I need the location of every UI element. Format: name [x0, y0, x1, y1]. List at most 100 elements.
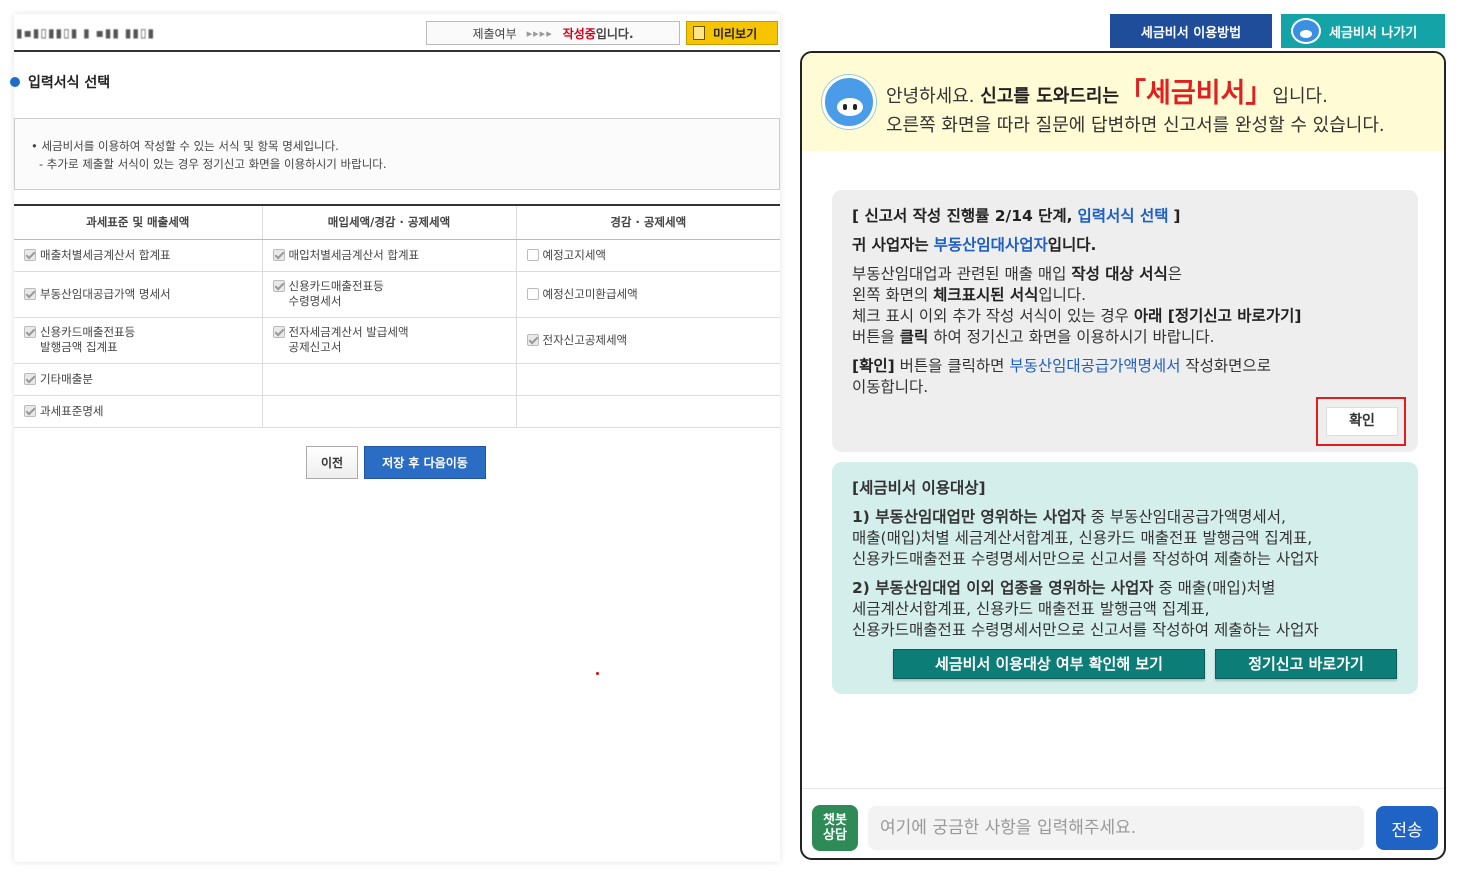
- table-cell: 부동산임대공급가액 명세서: [14, 271, 262, 318]
- status-label: 제출여부: [472, 26, 517, 41]
- brand-name: 「세금비서」: [1119, 78, 1273, 109]
- confirm-button[interactable]: 확인: [1326, 407, 1398, 436]
- mascot-icon: [1291, 18, 1321, 44]
- blurred-business-name: ▮▪▮▯▮▮▯▮ ▮ ▪▮▮ ▮▮▯▮: [16, 26, 156, 40]
- form-option-label: 전자세금계산서 발급세액 공제신고서: [288, 325, 409, 354]
- greeting-hello: 안녕하세요.: [886, 86, 975, 107]
- table-cell: 예정고지세액: [515, 239, 780, 272]
- form-checkbox[interactable]: [272, 326, 285, 338]
- table-row: 신용카드매출전표등 발행금액 집계표 전자세금계산서 발급세액 공제신고서 전자신고…: [14, 317, 780, 364]
- table-cell: 전자신고공제세액: [515, 317, 780, 364]
- form-option: 예정고지세액: [526, 247, 771, 263]
- form-checkbox[interactable]: [272, 280, 285, 292]
- progress-step: 입력서식 선택: [1077, 207, 1169, 225]
- table-cell: [515, 363, 780, 396]
- check-eligibility-button[interactable]: 세금비서 이용대상 여부 확인해 보기: [893, 649, 1205, 679]
- form-option-label: 과세표준명세: [40, 403, 104, 418]
- top-bar: ▮▪▮▯▮▮▯▮ ▮ ▪▮▮ ▮▮▯▮ 제출여부 ▸▸▸▸ 작성중입니다. 미리…: [14, 14, 780, 52]
- form-option: 신용카드매출전표등 수령명세서: [272, 279, 506, 309]
- form-option-label: 신용카드매출전표등 발행금액 집계표: [40, 325, 136, 354]
- regular-filing-button[interactable]: 정기신고 바로가기: [1215, 649, 1397, 679]
- table-row: 기타매출분: [14, 363, 780, 396]
- document-icon: [693, 26, 705, 40]
- form-option: 전자세금계산서 발급세액 공제신고서: [272, 325, 506, 355]
- form-option-label: 매출처별세금계산서 합계표: [40, 247, 171, 262]
- greeting-banner: 안녕하세요. 신고를 도와드리는「세금비서」입니다. 오른쪽 화면을 따라 질문…: [802, 53, 1444, 151]
- form-option: 매입처별세금계산서 합계표: [272, 247, 506, 263]
- table-cell: 예정신고미환급세액: [515, 271, 780, 318]
- chat-input[interactable]: [868, 806, 1364, 850]
- bot-message: [ 신고서 작성 진행률 2/14 단계, 입력서식 선택 ] 귀 사업자는 부…: [832, 190, 1418, 452]
- form-option: 부동산임대공급가액 명세서: [24, 287, 252, 302]
- form-checkbox[interactable]: [24, 287, 36, 300]
- form-checkbox[interactable]: [272, 248, 285, 261]
- usage-guide-label: 세금비서 이용방법: [1140, 25, 1242, 41]
- form-name: 부동산임대공급가액명세서: [1009, 357, 1181, 375]
- notice-box: • 세금비서를 이용하여 작성할 수 있는 서식 및 항목 명세입니다. - 추…: [14, 118, 780, 190]
- chatbot-consult-label: 챗봇 상담: [823, 813, 847, 843]
- confirm-paragraph: [확인] 버튼을 클릭하면 부동산임대공급가액명세서 작성화면으로 이동합니다.: [852, 357, 1271, 396]
- section-title: 입력서식 선택: [10, 72, 111, 92]
- preview-button[interactable]: 미리보기: [686, 21, 778, 45]
- instruction-paragraph: 부동산임대업과 관련된 매출 매입 작성 대상 서식은 왼쪽 화면의 체크표시된…: [852, 265, 1302, 346]
- form-checkbox[interactable]: [526, 287, 539, 300]
- table-cell: 매입처별세금계산서 합계표: [261, 239, 516, 272]
- form-option: 과세표준명세: [24, 404, 252, 419]
- form-option-label: 기타매출분: [40, 371, 93, 386]
- greeting-tail: 입니다.: [1272, 86, 1328, 107]
- form-option: 매출처별세금계산서 합계표: [24, 248, 252, 263]
- form-checkbox[interactable]: [526, 248, 539, 261]
- bullet-icon: [10, 77, 20, 87]
- notice-line-1: • 세금비서를 이용하여 작성할 수 있는 서식 및 항목 명세입니다.: [31, 139, 339, 153]
- form-checkbox[interactable]: [24, 248, 36, 261]
- exit-tab[interactable]: 세금비서 나가기: [1281, 14, 1445, 48]
- save-next-button[interactable]: 저장 후 다음이동: [364, 446, 486, 479]
- status-arrows: ▸▸▸▸: [526, 26, 553, 40]
- column-header: 경감 · 공제세액: [515, 204, 780, 240]
- eligibility-title: [세금비서 이용대상]: [852, 479, 986, 497]
- prev-button[interactable]: 이전: [306, 446, 358, 479]
- nav-buttons: 이전 저장 후 다음이동: [306, 446, 486, 479]
- status-value: 작성중: [562, 26, 596, 41]
- form-option: 신용카드매출전표등 발행금액 집계표: [24, 325, 252, 355]
- section-title-text: 입력서식 선택: [28, 75, 111, 91]
- form-selection-table: 과세표준 및 매출세액 매입세액/경감 · 공제세액 경감 · 공제세액 매출처…: [14, 204, 780, 428]
- chat-panel: 안녕하세요. 신고를 도와드리는「세금비서」입니다. 오른쪽 화면을 따라 질문…: [800, 51, 1446, 860]
- column-header: 매입세액/경감 · 공제세액: [261, 204, 516, 240]
- form-option: 예정신고미환급세액: [526, 286, 771, 302]
- business-type-line: 귀 사업자는 부동산임대사업자입니다.: [852, 236, 1097, 254]
- eligibility-item-2: 2) 부동산임대업 이외 업종을 영위하는 사업자 중 매출(매입)처별 세금계…: [852, 579, 1319, 639]
- form-option-label: 부동산임대공급가액 명세서: [40, 286, 171, 301]
- column-header: 과세표준 및 매출세액: [14, 204, 262, 240]
- table-cell: [515, 395, 780, 428]
- red-dot: [596, 672, 599, 675]
- form-checkbox[interactable]: [526, 333, 539, 346]
- form-panel: ▮▪▮▯▮▮▯▮ ▮ ▪▮▮ ▮▮▯▮ 제출여부 ▸▸▸▸ 작성중입니다. 미리…: [10, 14, 780, 862]
- form-checkbox[interactable]: [24, 372, 36, 385]
- table-row: 부동산임대공급가액 명세서 신용카드매출전표등 수령명세서 예정신고미환급세액: [14, 271, 780, 318]
- form-option-label: 예정고지세액: [542, 247, 606, 262]
- form-checkbox[interactable]: [24, 326, 36, 338]
- form-option-label: 예정신고미환급세액: [542, 286, 638, 301]
- confirm-highlight: 확인: [1316, 397, 1406, 446]
- table-cell: 신용카드매출전표등 발행금액 집계표: [14, 317, 262, 364]
- send-button[interactable]: 전송: [1376, 806, 1438, 850]
- greeting-line-1: 안녕하세요. 신고를 도와드리는「세금비서」입니다.: [886, 71, 1328, 110]
- eligibility-box: [세금비서 이용대상] 1) 부동산임대업만 영위하는 사업자 중 부동산임대공…: [832, 462, 1418, 694]
- table-cell: 매출처별세금계산서 합계표: [14, 239, 262, 272]
- form-checkbox[interactable]: [24, 404, 36, 417]
- table-body: 매출처별세금계산서 합계표 매입처별세금계산서 합계표 예정고지세액부동산임대공급가…: [14, 239, 780, 428]
- form-option: 전자신고공제세액: [526, 333, 771, 348]
- form-option-label: 신용카드매출전표등 수령명세서: [288, 279, 384, 308]
- chatbot-consult-button[interactable]: 챗봇 상담: [812, 805, 858, 851]
- greeting-bold: 신고를 도와드리는: [980, 86, 1120, 107]
- mascot-icon: [822, 75, 876, 129]
- form-option-label: 매입처별세금계산서 합계표: [288, 247, 420, 262]
- preview-label: 미리보기: [713, 26, 758, 41]
- table-row: 과세표준명세: [14, 395, 780, 428]
- usage-guide-tab[interactable]: 세금비서 이용방법: [1110, 14, 1272, 48]
- notice-line-2: - 추가로 제출할 서식이 있는 경우 정기신고 화면을 이용하시기 바랍니다.: [39, 157, 387, 171]
- exit-label: 세금비서 나가기: [1329, 25, 1418, 41]
- business-type: 부동산임대사업자: [933, 236, 1048, 254]
- table-cell: 기타매출분: [14, 363, 262, 396]
